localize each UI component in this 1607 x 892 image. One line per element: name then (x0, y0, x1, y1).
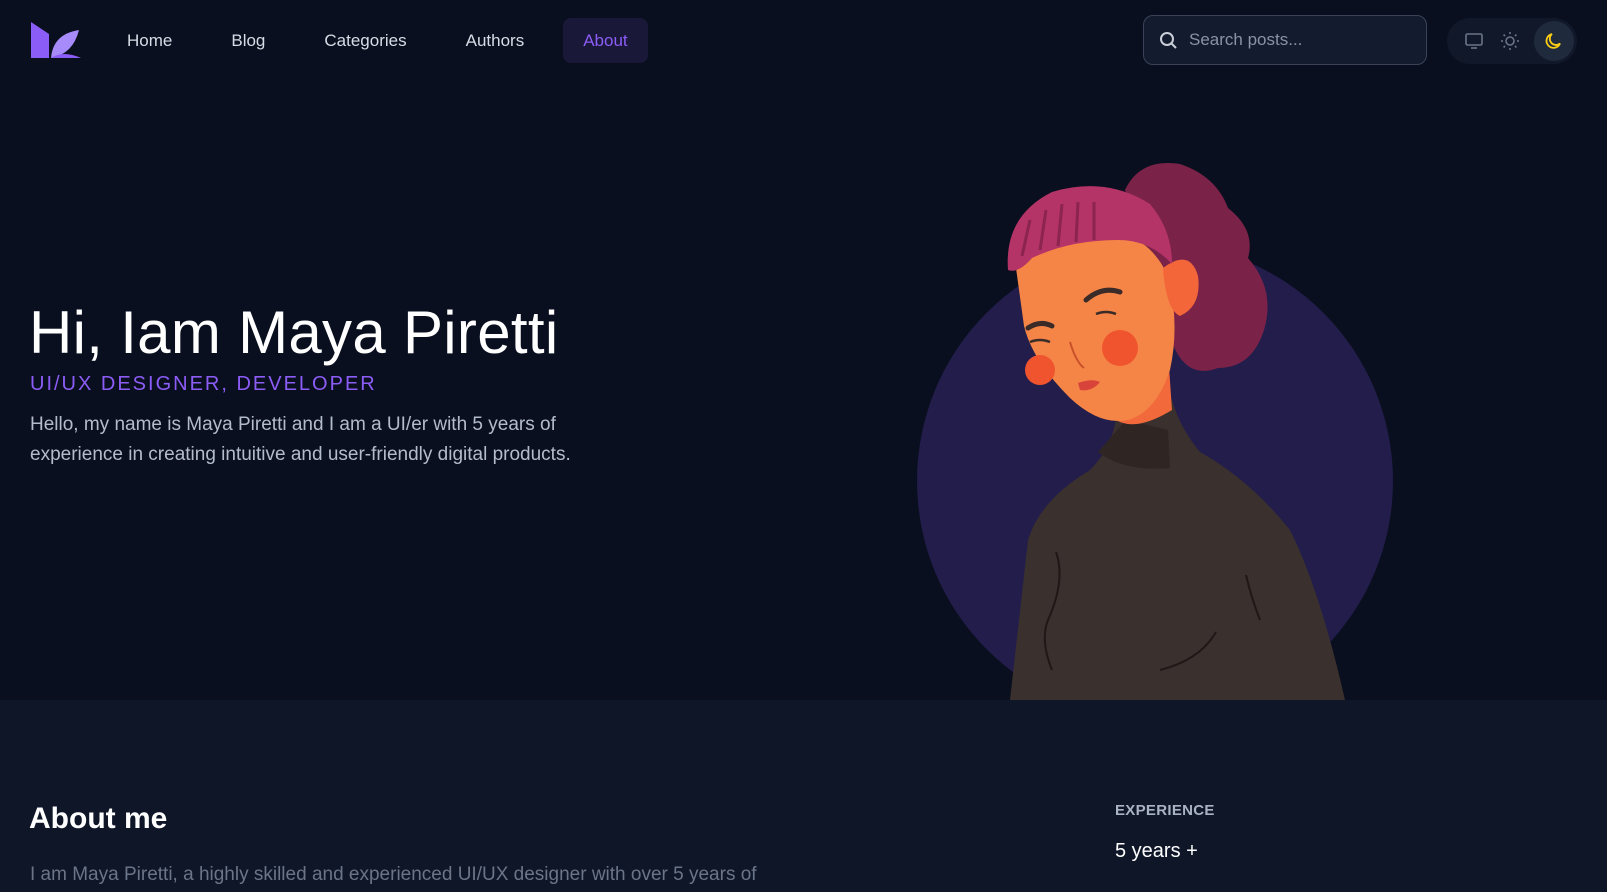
about-section: About me I am Maya Piretti, a highly ski… (0, 700, 1607, 892)
search-icon (1160, 32, 1177, 49)
monitor-icon (1465, 33, 1483, 49)
light-theme-button[interactable] (1499, 30, 1521, 52)
moon-icon (1545, 33, 1561, 49)
sun-icon (1500, 32, 1519, 50)
hero-illustration (917, 163, 1393, 700)
hero-description: Hello, my name is Maya Piretti and I am … (30, 414, 571, 465)
hero-title: Hi, Iam Maya Piretti (29, 299, 559, 366)
dark-theme-button[interactable] (1534, 21, 1574, 61)
search-input[interactable] (1189, 30, 1419, 50)
theme-switcher (1447, 18, 1577, 64)
top-navbar: Home Blog Categories Authors About (0, 0, 1607, 80)
main-nav: Home Blog Categories Authors About (107, 18, 667, 63)
nav-about[interactable]: About (563, 18, 648, 63)
experience-label: EXPERIENCE (1115, 802, 1215, 819)
about-text: I am Maya Piretti, a highly skilled and … (30, 864, 757, 885)
system-theme-button[interactable] (1463, 30, 1485, 52)
logo-icon[interactable] (29, 20, 81, 60)
nav-authors[interactable]: Authors (446, 18, 545, 63)
search-box[interactable] (1143, 15, 1427, 65)
nav-home[interactable]: Home (107, 18, 192, 63)
experience-value: 5 years + (1115, 840, 1198, 862)
about-title: About me (29, 802, 168, 835)
nav-blog[interactable]: Blog (211, 18, 285, 63)
nav-categories[interactable]: Categories (304, 18, 426, 63)
hero-subtitle: UI/UX DESIGNER, DEVELOPER (30, 373, 377, 395)
